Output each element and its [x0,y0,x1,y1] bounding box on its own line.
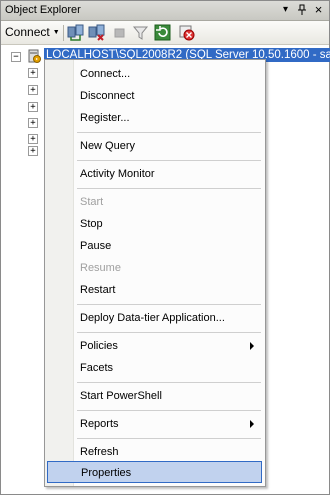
menu-item-new-query[interactable]: New Query [47,135,262,157]
menu-item-deploy-data-tier[interactable]: Deploy Data-tier Application... [47,307,262,329]
submenu-arrow-icon [250,342,254,350]
menu-item-facets[interactable]: Facets [47,357,262,379]
expand-node-icon[interactable]: + [28,134,38,144]
connect-object-explorer-icon[interactable] [67,24,84,41]
disconnect-icon[interactable] [88,24,105,41]
connect-button[interactable]: Connect ▼ [5,25,60,39]
refresh-icon[interactable] [154,24,171,41]
expand-node-icon[interactable]: + [28,68,38,78]
context-menu: Connect... Disconnect Register... New Qu… [44,59,266,487]
menu-item-reports[interactable]: Reports [47,413,262,435]
collapse-node-icon[interactable]: − [11,52,21,62]
stop-disconnect-icon[interactable] [178,24,195,41]
menu-item-register[interactable]: Register... [47,107,262,129]
toolbar: Connect ▼ [1,21,329,45]
pin-icon[interactable] [294,3,309,17]
menu-separator [77,382,261,383]
submenu-arrow-icon [250,420,254,428]
menu-item-pause[interactable]: Pause [47,235,262,257]
connect-label: Connect [5,25,50,39]
menu-separator [77,160,261,161]
panel-title: Object Explorer [5,4,81,16]
dropdown-icon[interactable]: ▾ [278,3,293,17]
menu-separator [77,304,261,305]
menu-separator [77,188,261,189]
menu-item-restart[interactable]: Restart [47,279,262,301]
expand-node-icon[interactable]: + [28,85,38,95]
menu-separator [77,438,261,439]
menu-item-connect[interactable]: Connect... [47,63,262,85]
filter-icon[interactable] [132,24,149,41]
menu-item-properties[interactable]: Properties [47,461,262,483]
menu-item-activity-monitor[interactable]: Activity Monitor [47,163,262,185]
close-icon[interactable]: × [311,3,326,17]
menu-separator [77,132,261,133]
toolbar-separator [63,25,64,41]
title-bar: Object Explorer ▾ × [1,1,329,21]
expand-node-icon[interactable]: + [28,146,38,156]
expand-node-icon[interactable]: + [28,102,38,112]
stop-icon[interactable] [111,24,128,41]
menu-separator [77,410,261,411]
menu-item-stop[interactable]: Stop [47,213,262,235]
server-icon [27,49,41,63]
menu-item-refresh[interactable]: Refresh [47,441,262,463]
menu-item-policies[interactable]: Policies [47,335,262,357]
menu-item-start-powershell[interactable]: Start PowerShell [47,385,262,407]
menu-item-resume: Resume [80,262,121,274]
menu-item-start: Start [80,196,104,208]
menu-separator [77,332,261,333]
expand-node-icon[interactable]: + [28,118,38,128]
chevron-down-icon: ▼ [52,29,60,36]
menu-item-disconnect[interactable]: Disconnect [47,85,262,107]
